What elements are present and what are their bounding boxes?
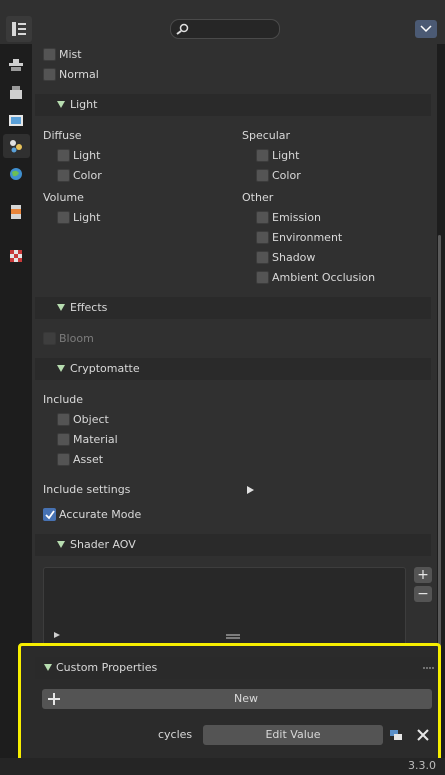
tab-view-layer[interactable] <box>3 134 30 158</box>
edit-value-button[interactable]: Edit Value <box>203 725 383 745</box>
normal-label: Normal <box>59 68 99 81</box>
list-filter-expand-icon[interactable] <box>54 632 60 638</box>
bloom-checkbox[interactable] <box>43 332 56 345</box>
aov-list[interactable] <box>43 567 406 647</box>
new-property-button[interactable]: New <box>42 689 432 709</box>
shadow-checkbox[interactable] <box>256 251 269 264</box>
tool-icon <box>9 59 23 71</box>
custom-properties-header[interactable]: Custom Properties <box>35 657 435 679</box>
view-layer-icon <box>10 140 22 153</box>
specular-light-checkbox[interactable] <box>256 149 269 162</box>
shader-aov-subpanel-header[interactable]: Shader AOV <box>35 534 431 556</box>
tab-texture[interactable] <box>3 244 27 268</box>
specular-light-label: Light <box>272 149 300 162</box>
effects-subpanel-header[interactable]: Effects <box>35 297 431 319</box>
add-aov-button[interactable]: + <box>414 567 432 583</box>
material-checkbox[interactable] <box>57 433 70 446</box>
environment-checkbox[interactable] <box>256 231 269 244</box>
emission-label: Emission <box>272 211 321 224</box>
expand-triangle-icon <box>57 304 65 311</box>
mist-label: Mist <box>59 48 82 61</box>
specular-color-checkbox[interactable] <box>256 169 269 182</box>
options-chevron-icon <box>420 25 432 33</box>
tab-output[interactable] <box>3 109 27 133</box>
other-title: Other <box>242 191 274 204</box>
effects-header-label: Effects <box>70 301 108 314</box>
expand-triangle-icon <box>44 664 52 671</box>
version-label: 3.3.0 <box>408 759 436 772</box>
tab-render[interactable] <box>3 81 27 105</box>
cryptomatte-header-label: Cryptomatte <box>70 362 140 375</box>
diffuse-title: Diffuse <box>43 129 82 142</box>
diffuse-color-label: Color <box>73 169 102 182</box>
volume-title: Volume <box>43 191 84 204</box>
accurate-mode-label: Accurate Mode <box>59 508 142 521</box>
options-dropdown[interactable] <box>415 20 437 38</box>
diffuse-light-label: Light <box>73 149 101 162</box>
expand-triangle-icon <box>57 541 65 548</box>
expand-triangle-icon <box>57 365 65 372</box>
render-icon <box>10 86 22 99</box>
python-icon[interactable] <box>389 728 403 742</box>
remove-aov-button[interactable]: − <box>414 586 432 602</box>
mist-checkbox[interactable] <box>43 48 56 61</box>
asset-checkbox[interactable] <box>57 453 70 466</box>
light-header-label: Light <box>70 98 98 111</box>
ambient-occlusion-checkbox[interactable] <box>256 271 269 284</box>
cryptomatte-subpanel-header[interactable]: Cryptomatte <box>35 358 431 380</box>
specular-title: Specular <box>242 129 291 142</box>
editor-type-icon <box>12 22 26 36</box>
search-icon <box>176 23 189 35</box>
bloom-label: Bloom <box>59 332 94 345</box>
texture-icon <box>10 250 22 262</box>
emission-checkbox[interactable] <box>256 211 269 224</box>
include-settings-expand-icon[interactable] <box>247 486 254 494</box>
include-title: Include <box>43 393 84 406</box>
environment-label: Environment <box>272 231 343 244</box>
include-settings-label: Include settings <box>43 483 131 496</box>
ambient-occlusion-label: Ambient Occlusion <box>272 271 376 284</box>
custom-properties-header-label: Custom Properties <box>56 661 158 674</box>
tab-scene[interactable] <box>3 162 27 186</box>
scene-icon <box>10 168 22 180</box>
object-label: Object <box>73 413 109 426</box>
close-icon[interactable] <box>417 729 429 741</box>
specular-color-label: Color <box>272 169 301 182</box>
property-name-label: cycles <box>158 728 193 741</box>
shader-aov-header-label: Shader AOV <box>70 538 136 551</box>
editor-type-button[interactable] <box>6 16 32 42</box>
diffuse-color-checkbox[interactable] <box>57 169 70 182</box>
material-label: Material <box>73 433 118 446</box>
checkmark-icon <box>45 510 55 520</box>
diffuse-light-checkbox[interactable] <box>57 149 70 162</box>
normal-checkbox[interactable] <box>43 68 56 81</box>
plus-icon <box>48 693 60 705</box>
output-icon <box>9 115 23 126</box>
resize-grip-icon[interactable] <box>226 634 240 640</box>
shadow-label: Shadow <box>272 251 316 264</box>
object-checkbox[interactable] <box>57 413 70 426</box>
search-input[interactable] <box>170 19 280 39</box>
new-button-label: New <box>234 692 258 705</box>
volume-light-label: Light <box>73 211 101 224</box>
volume-light-checkbox[interactable] <box>57 211 70 224</box>
tab-tool[interactable] <box>3 53 27 77</box>
light-subpanel-header[interactable]: Light <box>35 94 431 116</box>
status-bar: 3.3.0 <box>0 758 445 775</box>
expand-triangle-icon <box>57 101 65 108</box>
accurate-mode-checkbox[interactable] <box>43 508 56 521</box>
drag-handle-icon[interactable] <box>423 666 435 670</box>
properties-header <box>0 0 445 44</box>
object-data-icon <box>11 205 21 219</box>
tab-object-data[interactable] <box>3 200 27 224</box>
asset-label: Asset <box>73 453 104 466</box>
